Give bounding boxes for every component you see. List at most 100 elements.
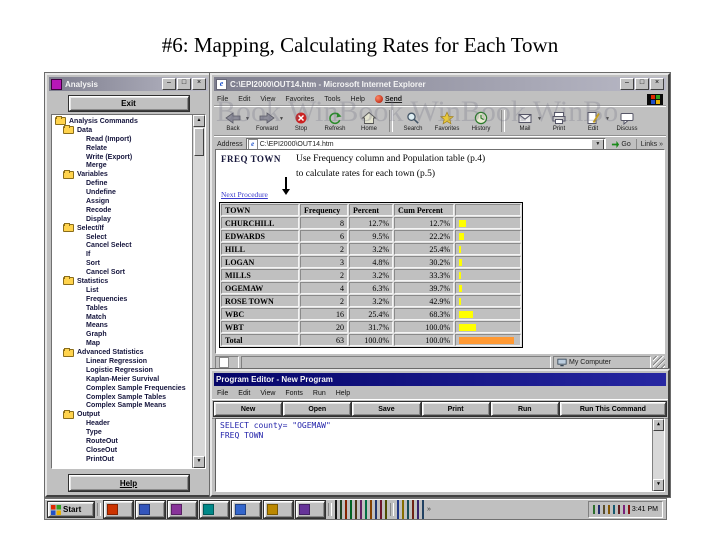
tree-item-cancel-select[interactable]: Cancel Select xyxy=(52,241,192,250)
quick-launch-icon[interactable] xyxy=(335,499,337,519)
program-editor-code-area[interactable]: ▲ ▼ SELECT county= "OGEMAW" FREQ TOWN xyxy=(215,418,665,492)
toolbar-button-edit[interactable]: ▼ Edit xyxy=(576,108,610,134)
tree-item-if[interactable]: If xyxy=(52,250,192,259)
exit-button[interactable]: Exit xyxy=(68,96,189,111)
tray-icon[interactable] xyxy=(597,505,600,514)
menu-item-run[interactable]: Run xyxy=(313,390,326,397)
tree-item-logistic-regression[interactable]: Logistic Regression xyxy=(52,366,192,375)
start-button[interactable]: Start xyxy=(48,502,94,517)
program-editor-titlebar[interactable]: Program Editor - New Program xyxy=(214,373,666,386)
tray-icon[interactable] xyxy=(612,505,615,514)
menu-item-help[interactable]: Help xyxy=(351,96,365,103)
taskbar-task-button[interactable] xyxy=(264,501,293,518)
tray-icon[interactable] xyxy=(627,505,630,514)
tree-item-tables[interactable]: Tables xyxy=(52,304,192,313)
tree-item-relate[interactable]: Relate xyxy=(52,144,192,153)
tree-item-select[interactable]: Select xyxy=(52,233,192,242)
tree-scrollbar[interactable]: ▲ ▼ xyxy=(192,115,205,468)
tree-item-merge[interactable]: Merge xyxy=(52,161,192,170)
quick-launch-icon[interactable] xyxy=(402,499,404,519)
quick-launch-icon[interactable] xyxy=(385,499,387,519)
quick-launch-icon[interactable] xyxy=(422,499,424,519)
code-scrollbar[interactable]: ▲ ▼ xyxy=(652,419,664,491)
menu-item-edit[interactable]: Edit xyxy=(238,96,250,103)
toolbar-button-forward[interactable]: ▼ Forward xyxy=(250,108,284,134)
menu-item-fonts[interactable]: Fonts xyxy=(285,390,303,397)
scroll-up-icon[interactable]: ▲ xyxy=(193,115,205,127)
menu-item-file[interactable]: File xyxy=(217,96,228,103)
tree-item-select-if[interactable]: Select/If xyxy=(52,223,192,233)
quick-launch-icon[interactable] xyxy=(417,499,419,519)
taskbar-task-button[interactable] xyxy=(104,501,133,518)
taskbar-task-button[interactable] xyxy=(136,501,165,518)
taskbar-task-button[interactable] xyxy=(296,501,325,518)
tree-item-linear-regression[interactable]: Linear Regression xyxy=(52,357,192,366)
tree-item-complex-sample-means[interactable]: Complex Sample Means xyxy=(52,402,192,411)
tree-item-list[interactable]: List xyxy=(52,286,192,295)
quick-launch-icon[interactable] xyxy=(355,499,357,519)
tree-item-read-import[interactable]: Read (Import) xyxy=(52,135,192,144)
tree-item-advanced-statistics[interactable]: Advanced Statistics xyxy=(52,347,192,357)
tree-item-graph[interactable]: Graph xyxy=(52,330,192,339)
tree-item-header[interactable]: Header xyxy=(52,419,192,428)
tree-item-means[interactable]: Means xyxy=(52,321,192,330)
tree-item-statistics[interactable]: Statistics xyxy=(52,276,192,286)
new-button[interactable]: New xyxy=(214,402,283,416)
toolbar-button-stop[interactable]: Stop xyxy=(284,108,318,134)
quick-launch-icon[interactable] xyxy=(380,499,382,519)
tray-icon[interactable] xyxy=(622,505,625,514)
go-button[interactable]: Go xyxy=(609,140,632,149)
tree-item-complex-sample-tables[interactable]: Complex Sample Tables xyxy=(52,393,192,402)
tree-item-assign[interactable]: Assign xyxy=(52,197,192,206)
toolbar-button-mail[interactable]: ▼ Mail xyxy=(508,108,542,134)
menu-item-favorites[interactable]: Favorites xyxy=(285,96,314,103)
quick-launch-icon[interactable] xyxy=(360,499,362,519)
tray-icon[interactable] xyxy=(602,505,605,514)
taskbar-task-button[interactable] xyxy=(232,501,261,518)
menu-item-send[interactable]: Send xyxy=(374,95,402,103)
quick-launch-icon[interactable] xyxy=(350,499,352,519)
tray-icon[interactable] xyxy=(607,505,610,514)
scroll-down-icon[interactable]: ▼ xyxy=(653,479,664,491)
tree-item-cancel-sort[interactable]: Cancel Sort xyxy=(52,268,192,277)
tree-item-type[interactable]: Type xyxy=(52,428,192,437)
ie-titlebar[interactable]: e C:\EPI2000\OUT14.htm - Microsoft Inter… xyxy=(214,77,666,91)
tree-item-define[interactable]: Define xyxy=(52,179,192,188)
save-button[interactable]: Save xyxy=(352,402,421,416)
menu-item-view[interactable]: View xyxy=(260,96,275,103)
toolbar-button-discuss[interactable]: Discuss xyxy=(610,108,644,134)
print-button[interactable]: Print xyxy=(421,402,490,416)
scroll-down-icon[interactable]: ▼ xyxy=(193,456,205,468)
quick-launch-icon[interactable] xyxy=(370,499,372,519)
tree-item-complex-sample-frequencies[interactable]: Complex Sample Frequencies xyxy=(52,384,192,393)
toolbar-button-home[interactable]: Home xyxy=(352,108,386,134)
toolbar-button-history[interactable]: History xyxy=(464,108,498,134)
tree-item-analysis-commands[interactable]: Analysis Commands xyxy=(52,116,192,126)
resize-grip[interactable] xyxy=(653,356,665,369)
quick-launch-icon[interactable] xyxy=(412,499,414,519)
quick-launch-icon[interactable] xyxy=(345,499,347,519)
scroll-up-icon[interactable]: ▲ xyxy=(653,419,664,431)
tree-item-undefine[interactable]: Undefine xyxy=(52,188,192,197)
chevron-right-icon[interactable]: » xyxy=(427,506,431,513)
minimize-icon[interactable]: – xyxy=(620,78,634,90)
tree-item-map[interactable]: Map xyxy=(52,339,192,348)
quick-launch-icon[interactable] xyxy=(365,499,367,519)
menu-item-file[interactable]: File xyxy=(217,390,228,397)
toolbar-button-refresh[interactable]: Refresh xyxy=(318,108,352,134)
analysis-titlebar[interactable]: Analysis – □ × xyxy=(49,77,208,91)
help-button[interactable]: Help xyxy=(68,475,189,491)
tree-item-variables[interactable]: Variables xyxy=(52,169,192,179)
tray-icon[interactable] xyxy=(592,505,595,514)
tree-item-output[interactable]: Output xyxy=(52,409,192,419)
tree-item-closeout[interactable]: CloseOut xyxy=(52,446,192,455)
taskbar-task-button[interactable] xyxy=(200,501,229,518)
menu-item-help[interactable]: Help xyxy=(336,390,350,397)
close-icon[interactable]: × xyxy=(650,78,664,90)
tree-item-match[interactable]: Match xyxy=(52,313,192,322)
scrollbar-thumb[interactable] xyxy=(194,128,204,156)
tree-item-data[interactable]: Data xyxy=(52,125,192,135)
quick-launch-icon[interactable] xyxy=(397,499,399,519)
tree-item-kaplan-meier-survival[interactable]: Kaplan-Meier Survival xyxy=(52,375,192,384)
tray-icon[interactable] xyxy=(617,505,620,514)
